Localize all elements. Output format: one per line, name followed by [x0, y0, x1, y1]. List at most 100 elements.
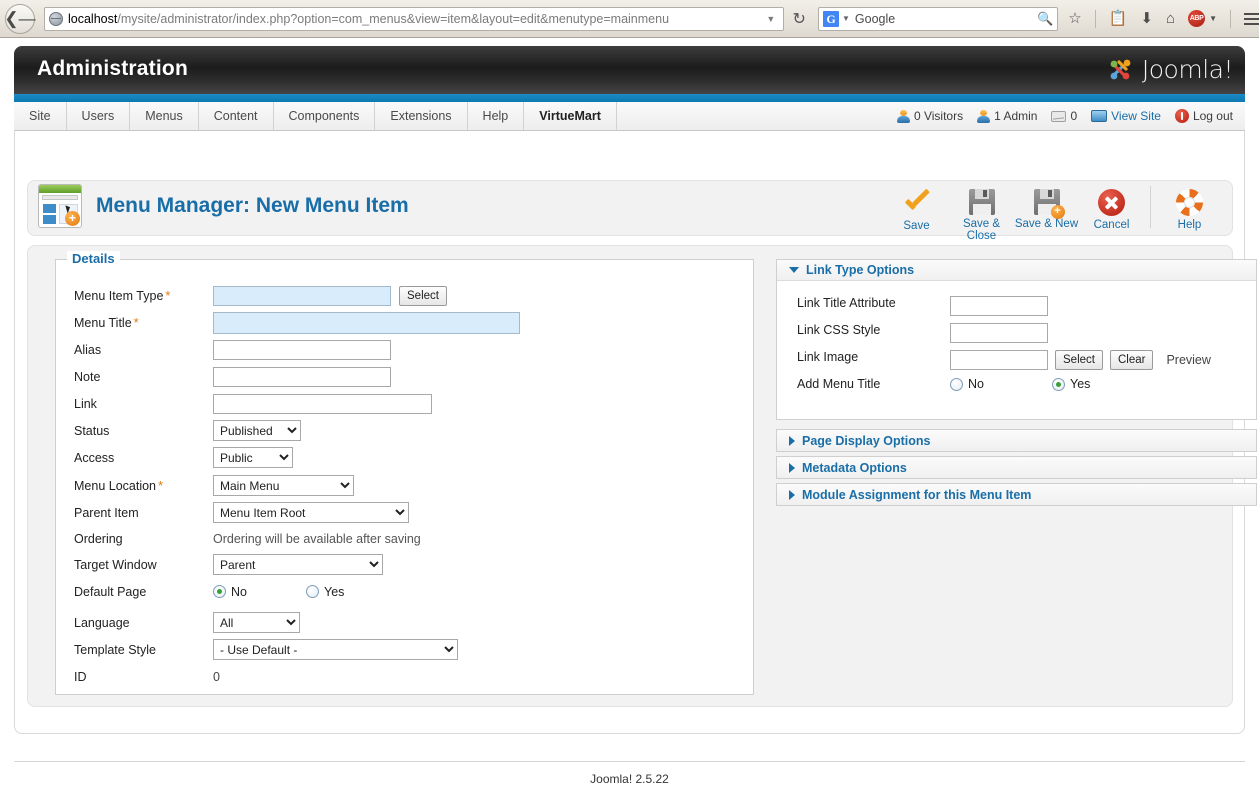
menu-title-input[interactable] [213, 311, 520, 334]
panel-module-assignment-header[interactable]: Module Assignment for this Menu Item [777, 484, 1256, 505]
joomla-mark-icon [1106, 54, 1136, 84]
page-title: Menu Manager: New Menu Item [96, 194, 409, 217]
note-input[interactable] [213, 366, 391, 387]
alias-input[interactable] [213, 339, 391, 360]
menu-item-site[interactable]: Site [14, 102, 67, 130]
search-placeholder: Google [854, 11, 896, 26]
search-icon[interactable]: 🔍 [1037, 11, 1053, 27]
add-menu-title-option-yes[interactable]: Yes [1052, 377, 1090, 391]
admins-count: 1 Admin [977, 109, 1037, 123]
details-fieldset: Details Menu Item Type * Select Menu Titl… [55, 251, 754, 695]
address-bar-text: localhost/mysite/administrator/index.php… [68, 12, 669, 26]
admin-header-title: Administration [37, 57, 188, 80]
home-icon[interactable]: ⌂ [1166, 11, 1175, 26]
menu-item-virtuemart[interactable]: VirtueMart [524, 102, 617, 130]
view-site-link[interactable]: View Site [1091, 109, 1161, 123]
floppy-disk-icon [968, 189, 995, 215]
access-select[interactable]: Public [213, 447, 293, 468]
field-link-image: Link Image Select Clear Preview [777, 350, 1256, 377]
reload-icon[interactable]: ↻ [790, 9, 808, 29]
default-page-option-yes[interactable]: Yes [306, 585, 344, 599]
template-style-select[interactable]: - Use Default - [213, 639, 458, 660]
field-ordering: Ordering Ordering will be available afte… [56, 525, 753, 552]
link-image-select-button[interactable]: Select [1055, 350, 1103, 370]
link-css-style-input[interactable] [950, 323, 1048, 343]
add-menu-title-label: Add Menu Title [797, 377, 881, 391]
field-menu-title: Menu Title * [56, 309, 753, 336]
save-button[interactable]: Save [884, 186, 949, 232]
link-label: Link [74, 396, 97, 411]
id-value: 0 [213, 669, 220, 684]
menu-item-extensions[interactable]: Extensions [375, 102, 468, 130]
add-menu-title-option-no[interactable]: No [950, 377, 1052, 391]
panel-link-type-options-header[interactable]: Link Type Options [777, 260, 1256, 281]
language-select[interactable]: All [213, 612, 300, 633]
logout-button[interactable]: Log out [1174, 109, 1233, 123]
chevron-down-icon[interactable]: ▼ [766, 14, 779, 24]
chevron-right-icon [789, 435, 795, 446]
joomla-logo: Joomla! [1106, 54, 1234, 84]
menu-item-users[interactable]: Users [67, 102, 131, 130]
search-input[interactable]: G ▼ Google 🔍 [818, 6, 1059, 31]
panel-metadata-options-header[interactable]: Metadata Options [777, 457, 1256, 478]
save-and-close-label: Save & Close [962, 218, 1001, 242]
radio-icon [306, 585, 319, 598]
parent-item-select[interactable]: Menu Item Root [213, 502, 409, 523]
admin-header: Administration Joomla! [14, 46, 1245, 94]
new-menu-item-icon: + [38, 184, 82, 228]
menu-hamburger-icon[interactable] [1244, 10, 1259, 28]
globe-icon [49, 11, 63, 26]
joomla-admin: Administration Joomla! Site Users Menus … [0, 39, 1259, 786]
cancel-button[interactable]: Cancel [1079, 186, 1144, 231]
menu-location-select[interactable]: Main Menu [213, 475, 354, 496]
default-page-no-label: No [231, 584, 247, 599]
menu-item-type-input[interactable] [213, 285, 391, 306]
link-title-attribute-input[interactable] [950, 296, 1048, 316]
save-and-new-button[interactable]: + Save & New [1014, 186, 1079, 230]
status-select[interactable]: Published [213, 420, 301, 441]
menu-location-label: Menu Location * [74, 478, 164, 493]
menu-item-type-select-button[interactable]: Select [399, 285, 447, 306]
link-image-input[interactable] [950, 350, 1048, 370]
menu-item-components[interactable]: Components [274, 102, 376, 130]
field-link: Link [56, 390, 753, 417]
logout-label: Log out [1192, 109, 1233, 123]
floppy-disk-plus-icon: + [1033, 189, 1065, 219]
save-and-close-button[interactable]: Save & Close [949, 186, 1014, 242]
required-marker: * [133, 315, 139, 330]
panel-module-assignment: Module Assignment for this Menu Item [776, 483, 1257, 506]
help-button[interactable]: Help [1157, 186, 1222, 231]
add-menu-title-yes-label: Yes [1070, 377, 1091, 391]
menu-item-menus[interactable]: Menus [130, 102, 199, 130]
chevron-down-icon[interactable]: ▼ [1209, 14, 1217, 23]
save-label: Save [903, 220, 930, 232]
panel-page-display-options: Page Display Options [776, 429, 1257, 452]
address-bar[interactable]: localhost/mysite/administrator/index.php… [44, 6, 785, 31]
chevron-down-icon[interactable]: ▼ [842, 14, 850, 23]
messages-count[interactable]: 0 [1051, 109, 1077, 123]
panel-module-assignment-title: Module Assignment for this Menu Item [802, 487, 1032, 502]
field-language: Language All [56, 609, 753, 636]
panel-page-display-options-header[interactable]: Page Display Options [777, 430, 1256, 451]
visitors-label: 0 Visitors [913, 109, 964, 123]
target-window-select[interactable]: Parent [213, 554, 383, 575]
menu-item-content[interactable]: Content [199, 102, 274, 130]
field-add-menu-title: Add Menu Title No Yes [777, 377, 1256, 404]
reader-list-icon[interactable]: 📋 [1109, 11, 1128, 26]
back-arrow-icon[interactable]: ❮— [4, 3, 36, 34]
help-label: Help [1177, 219, 1202, 231]
menu-item-help[interactable]: Help [468, 102, 525, 130]
radio-icon [1052, 377, 1065, 391]
link-image-clear-button[interactable]: Clear [1109, 350, 1154, 370]
field-note: Note [56, 363, 753, 390]
adblock-plus-icon[interactable]: ABP [1188, 10, 1206, 27]
downloads-icon[interactable]: ⬇ [1140, 11, 1153, 26]
field-menu-item-type: Menu Item Type * Select [56, 282, 753, 309]
toolbar-divider [1094, 9, 1096, 28]
radio-icon [213, 585, 226, 598]
link-input[interactable] [213, 393, 432, 414]
options-panels: Link Type Options Link Title Attribute L… [776, 259, 1257, 695]
default-page-option-no[interactable]: No [213, 585, 306, 599]
bookmark-star-icon[interactable]: ☆ [1068, 11, 1081, 26]
status-label: Status [74, 423, 110, 438]
